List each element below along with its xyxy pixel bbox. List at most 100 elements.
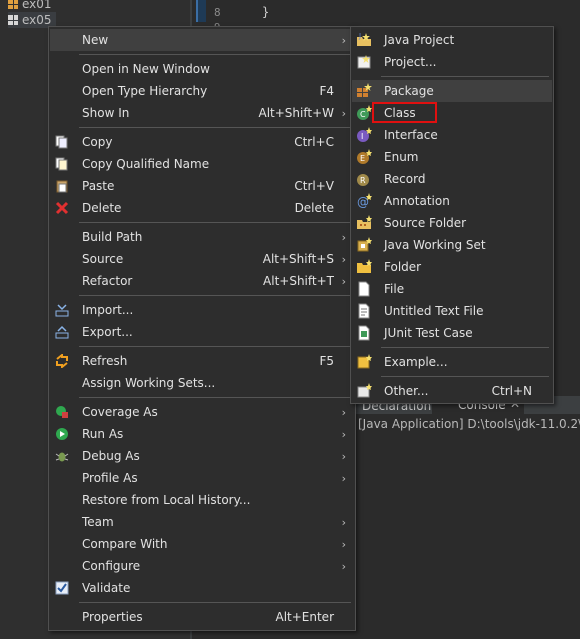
menu-item-debug-as[interactable]: Debug As ›	[50, 445, 354, 467]
menu-item-label: Source	[82, 252, 124, 266]
menu-item-label: JUnit Test Case	[384, 326, 473, 340]
menu-item-coverage-as[interactable]: Coverage As ›	[50, 401, 354, 423]
menu-item-label: Team	[82, 515, 114, 529]
class-icon: C	[356, 105, 372, 121]
menu-item-new[interactable]: New ›	[50, 29, 354, 51]
menu-item-validate[interactable]: Validate	[50, 577, 354, 599]
submenu-item-java-working-set[interactable]: Java Working Set	[352, 234, 552, 256]
source-folder-icon	[356, 215, 372, 231]
menu-item-shortcut: F5	[319, 354, 334, 368]
menu-item-compare-with[interactable]: Compare With ›	[50, 533, 354, 555]
submenu-item-folder[interactable]: Folder	[352, 256, 552, 278]
coverage-icon	[54, 404, 70, 420]
menu-item-label: Annotation	[384, 194, 450, 208]
menu-item-shortcut: Ctrl+C	[294, 135, 334, 149]
other-icon	[356, 383, 372, 399]
menu-separator	[79, 397, 351, 398]
submenu-arrow-icon: ›	[341, 427, 346, 441]
menu-item-label: Project...	[384, 55, 437, 69]
context-menu: New › Open in New Window Open Type Hiera…	[48, 26, 356, 631]
new-submenu: J Java Project Project... Package C Clas…	[350, 26, 554, 404]
menu-item-label: Record	[384, 172, 426, 186]
svg-text:J: J	[358, 32, 361, 40]
submenu-item-file[interactable]: File	[352, 278, 552, 300]
svg-text:I: I	[361, 132, 363, 141]
paste-icon	[54, 178, 70, 194]
menu-item-label: Open Type Hierarchy	[82, 84, 208, 98]
folder-icon	[356, 259, 372, 275]
menu-item-refactor[interactable]: Refactor Alt+Shift+T ›	[50, 270, 354, 292]
submenu-item-source-folder[interactable]: Source Folder	[352, 212, 552, 234]
submenu-item-untitled-text-file[interactable]: Untitled Text File	[352, 300, 552, 322]
submenu-item-java-project[interactable]: J Java Project	[352, 29, 552, 51]
menu-item-label: Java Project	[384, 33, 455, 47]
menu-item-label: Folder	[384, 260, 422, 274]
submenu-arrow-icon: ›	[341, 33, 346, 47]
menu-item-copy[interactable]: Copy Ctrl+C	[50, 131, 354, 153]
menu-item-label: Open in New Window	[82, 62, 210, 76]
menu-item-shortcut: F4	[319, 84, 334, 98]
submenu-item-package[interactable]: Package	[352, 80, 552, 102]
menu-item-open-new-window[interactable]: Open in New Window	[50, 58, 354, 80]
menu-item-export[interactable]: Export...	[50, 321, 354, 343]
submenu-item-project[interactable]: Project...	[352, 51, 552, 73]
submenu-arrow-icon: ›	[341, 559, 346, 573]
working-set-icon	[356, 237, 372, 253]
annotation-icon: @	[356, 193, 372, 209]
menu-item-label: Copy	[82, 135, 113, 149]
code-text: }	[262, 5, 270, 19]
menu-item-label: Debug As	[82, 449, 140, 463]
svg-text:E: E	[360, 154, 365, 163]
menu-item-configure[interactable]: Configure ›	[50, 555, 354, 577]
submenu-item-other[interactable]: Other... Ctrl+N	[352, 380, 552, 402]
menu-item-run-as[interactable]: Run As ›	[50, 423, 354, 445]
menu-item-shortcut: Alt+Enter	[275, 610, 334, 624]
submenu-arrow-icon: ›	[341, 252, 346, 266]
menu-item-copy-qualified-name[interactable]: Copy Qualified Name	[50, 153, 354, 175]
menu-item-label: Refactor	[82, 274, 133, 288]
menu-item-label: Export...	[82, 325, 133, 339]
tree-item-label: ex05	[22, 13, 52, 27]
menu-separator	[79, 346, 351, 347]
menu-item-label: Validate	[82, 581, 131, 595]
menu-item-properties[interactable]: Properties Alt+Enter	[50, 606, 354, 628]
editor-gutter-marker	[196, 0, 206, 22]
menu-separator	[79, 602, 351, 603]
tree-item-ex01[interactable]: ex01	[8, 0, 52, 12]
menu-item-paste[interactable]: Paste Ctrl+V	[50, 175, 354, 197]
menu-item-open-type-hierarchy[interactable]: Open Type Hierarchy F4	[50, 80, 354, 102]
menu-item-label: File	[384, 282, 405, 296]
submenu-arrow-icon: ›	[341, 405, 346, 419]
menu-separator	[79, 222, 351, 223]
submenu-arrow-icon: ›	[341, 537, 346, 551]
submenu-item-interface[interactable]: I Interface	[352, 124, 552, 146]
menu-item-assign-working-sets[interactable]: Assign Working Sets...	[50, 372, 354, 394]
menu-item-team[interactable]: Team ›	[50, 511, 354, 533]
menu-separator	[381, 347, 549, 348]
menu-item-shortcut: Alt+Shift+T	[263, 274, 334, 288]
text-file-icon	[356, 303, 372, 319]
file-icon	[356, 281, 372, 297]
menu-item-label: Run As	[82, 427, 124, 441]
submenu-item-enum[interactable]: E Enum	[352, 146, 552, 168]
submenu-item-junit-test-case[interactable]: JUnit Test Case	[352, 322, 552, 344]
menu-item-shortcut: Delete	[294, 201, 334, 215]
menu-item-refresh[interactable]: Refresh F5	[50, 350, 354, 372]
menu-item-restore-local-history[interactable]: Restore from Local History...	[50, 489, 354, 511]
menu-item-label: Package	[384, 84, 434, 98]
menu-item-show-in[interactable]: Show In Alt+Shift+W ›	[50, 102, 354, 124]
example-icon	[356, 354, 372, 370]
menu-item-profile-as[interactable]: Profile As ›	[50, 467, 354, 489]
tree-item-label: ex01	[22, 0, 52, 11]
submenu-item-annotation[interactable]: @ Annotation	[352, 190, 552, 212]
copy-icon	[54, 134, 70, 150]
java-project-icon: J	[356, 32, 372, 48]
menu-item-delete[interactable]: Delete Delete	[50, 197, 354, 219]
menu-item-shortcut: Alt+Shift+W	[258, 106, 335, 120]
menu-item-source[interactable]: Source Alt+Shift+S ›	[50, 248, 354, 270]
submenu-item-record[interactable]: R Record	[352, 168, 552, 190]
svg-text:C: C	[360, 110, 366, 119]
menu-item-build-path[interactable]: Build Path ›	[50, 226, 354, 248]
menu-item-import[interactable]: Import...	[50, 299, 354, 321]
submenu-item-example[interactable]: Example...	[352, 351, 552, 373]
